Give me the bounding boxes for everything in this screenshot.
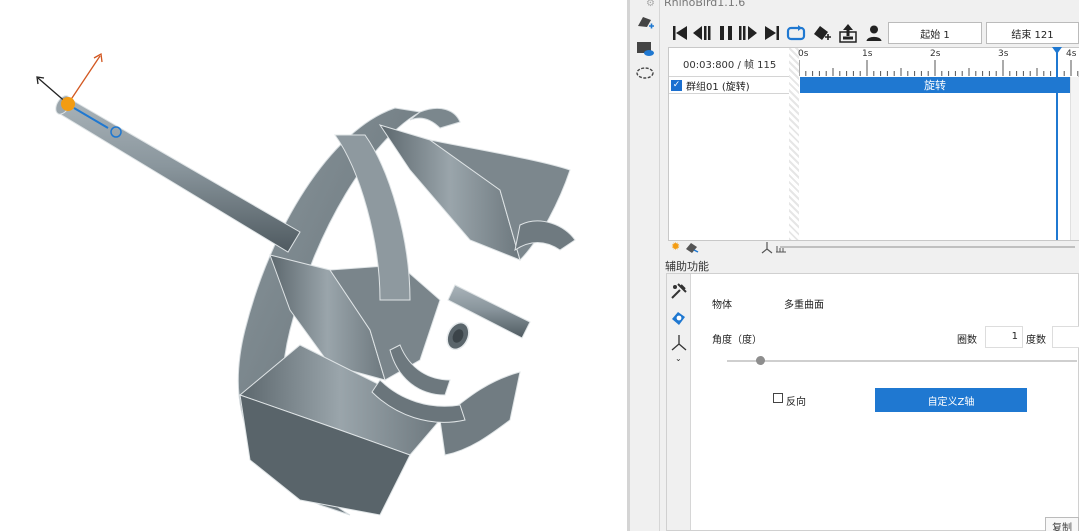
- custom-z-axis-label: 自定义Z轴: [927, 396, 975, 408]
- gear-icon[interactable]: ⚙: [646, 0, 655, 9]
- chevron-down-icon[interactable]: ⌄: [675, 354, 682, 363]
- timeline[interactable]: 00:03:800 / 帧 115 ✓ 群组01 (旋转) 0s 1s 2s 3…: [668, 47, 1079, 241]
- skip-start-icon: [673, 26, 687, 40]
- tick-label-4s: 4s: [1066, 49, 1077, 59]
- tick-label-2s: 2s: [930, 49, 941, 59]
- layer-label: 群组01 (旋转): [686, 81, 750, 93]
- bird-add-icon[interactable]: [635, 14, 655, 32]
- rotate-object-icon[interactable]: [670, 309, 688, 327]
- axis-icon[interactable]: [760, 241, 774, 254]
- step-forward-icon: [739, 26, 757, 40]
- time-readout: 00:03:800 / 帧 115: [683, 60, 777, 71]
- axis-tripod-icon[interactable]: [670, 334, 688, 352]
- pause-button[interactable]: [716, 22, 736, 44]
- skip-to-start-button[interactable]: [670, 22, 690, 44]
- object-label: 物体: [712, 300, 732, 311]
- skip-end-icon: [765, 26, 779, 40]
- panel-icon-strip: [630, 0, 660, 531]
- blade-top: [378, 124, 576, 261]
- timeline-footer: ✹: [668, 240, 1079, 254]
- ruler-icon[interactable]: [775, 243, 787, 253]
- end-frame-field[interactable]: 结束 121: [986, 22, 1079, 44]
- loop-ellipse-icon[interactable]: [635, 64, 655, 82]
- add-keyframe-button[interactable]: [812, 22, 832, 44]
- start-frame-label: 起始 1: [920, 29, 950, 41]
- end-frame-label: 结束 121: [1011, 29, 1054, 41]
- timeline-ruler[interactable]: 0s 1s 2s 3s 4s: [798, 48, 1079, 76]
- layer-row-group01[interactable]: ✓ 群组01 (旋转): [669, 76, 799, 94]
- loop-icon: [786, 25, 806, 41]
- copy-button[interactable]: 复制: [1045, 517, 1079, 531]
- tick-label-3s: 3s: [998, 49, 1009, 59]
- step-forward-button[interactable]: [738, 22, 758, 44]
- degree-input[interactable]: [1052, 326, 1079, 348]
- playhead-handle[interactable]: [1052, 47, 1062, 54]
- tick-label-1s: 1s: [862, 49, 873, 59]
- export-button[interactable]: [838, 22, 858, 44]
- panel-title: RhinoBird1.1.6: [664, 0, 746, 9]
- export-icon: [839, 24, 857, 43]
- timeline-post-roll: [1070, 77, 1079, 240]
- assist-panel-title: 辅助功能: [665, 260, 709, 273]
- loop-toggle-button[interactable]: [786, 22, 806, 44]
- step-back-icon: [693, 26, 711, 40]
- rhinobird-panel: ⚙ RhinoBird1.1.6 起始 1 结束 121 00:03:800 /…: [646, 0, 1079, 531]
- gizmo-origin-handle: [61, 97, 75, 111]
- camera-view-icon[interactable]: [635, 40, 655, 58]
- turns-label: 圈数: [957, 335, 977, 346]
- bird-keyframe-icon[interactable]: [685, 241, 699, 254]
- start-frame-field[interactable]: 起始 1: [888, 22, 982, 44]
- skip-to-end-button[interactable]: [762, 22, 782, 44]
- copy-label: 复制: [1052, 522, 1072, 531]
- timeline-layer-list: 00:03:800 / 帧 115 ✓ 群组01 (旋转): [669, 48, 799, 240]
- angle-slider-track[interactable]: [727, 360, 1077, 362]
- fan-impeller-model[interactable]: [0, 0, 627, 531]
- turns-input[interactable]: 1: [985, 326, 1023, 348]
- playback-toolbar: 起始 1 结束 121: [668, 20, 1079, 46]
- timeline-horizontal-scrollbar[interactable]: [780, 246, 1075, 248]
- user-account-button[interactable]: [864, 22, 884, 44]
- rotation-track-clip[interactable]: 旋转: [800, 77, 1070, 93]
- angle-label: 角度（度）: [712, 335, 762, 346]
- turns-value: 1: [1011, 331, 1018, 342]
- tools-icon[interactable]: [670, 282, 688, 300]
- assist-panel: ⌄ 物体 多重曲面 角度（度） 圈数 1 度数 反向 自定义Z轴 复制: [666, 273, 1079, 531]
- assist-tool-strip: ⌄: [667, 274, 691, 530]
- track-clip-label: 旋转: [924, 79, 946, 92]
- custom-z-axis-button[interactable]: 自定义Z轴: [875, 388, 1027, 412]
- angle-slider-knob[interactable]: [756, 356, 765, 365]
- reverse-label: 反向: [786, 397, 806, 408]
- playhead[interactable]: [1056, 48, 1058, 240]
- pause-icon: [720, 26, 732, 40]
- layer-visibility-checkbox[interactable]: ✓: [671, 79, 682, 91]
- object-value: 多重曲面: [784, 300, 824, 311]
- user-icon: [866, 25, 882, 41]
- timeline-pre-roll-hatch: [789, 48, 799, 240]
- tick-label-0s: 0s: [798, 49, 809, 59]
- step-back-button[interactable]: [692, 22, 712, 44]
- degree-label: 度数: [1026, 335, 1046, 346]
- viewport-3d[interactable]: [0, 0, 627, 531]
- sun-light-icon[interactable]: ✹: [671, 240, 680, 253]
- bird-plus-icon: [814, 26, 831, 40]
- reverse-checkbox[interactable]: [773, 393, 783, 403]
- app-window: ⚙ RhinoBird1.1.6 起始 1 结束 121 00:03:800 /…: [0, 0, 1079, 531]
